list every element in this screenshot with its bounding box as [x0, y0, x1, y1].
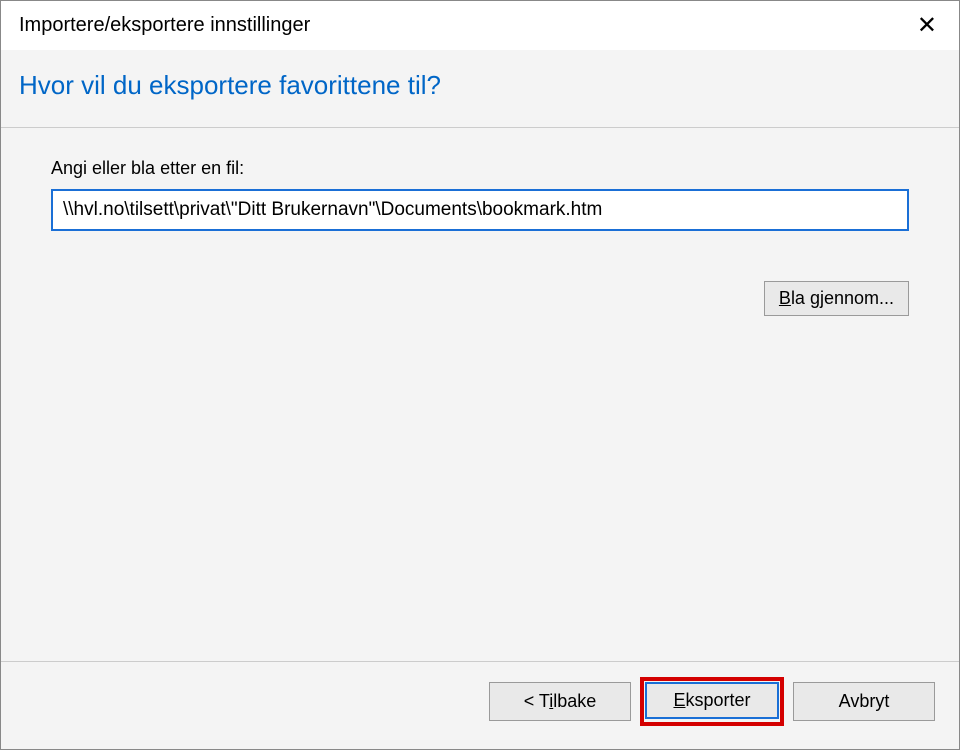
close-icon[interactable]: ✕ [905, 7, 949, 44]
file-path-input[interactable] [51, 189, 909, 231]
titlebar: Importere/eksportere innstillinger ✕ [1, 1, 959, 50]
content-section: Angi eller bla etter en fil: Bla gjennom… [1, 128, 959, 661]
back-button[interactable]: < Tilbake [489, 682, 631, 721]
header-section: Hvor vil du eksportere favorittene til? [1, 50, 959, 128]
cancel-button[interactable]: Avbryt [793, 682, 935, 721]
export-button[interactable]: Eksporter [645, 682, 779, 719]
browse-row: Bla gjennom... [51, 281, 909, 316]
window-title: Importere/eksportere innstillinger [19, 14, 310, 37]
export-button-highlight: Eksporter [645, 682, 779, 721]
browse-button[interactable]: Bla gjennom... [764, 281, 909, 316]
import-export-settings-dialog: Importere/eksportere innstillinger ✕ Hvo… [0, 0, 960, 750]
footer-section: < Tilbake Eksporter Avbryt [1, 661, 959, 749]
file-path-label: Angi eller bla etter en fil: [51, 158, 909, 179]
page-heading: Hvor vil du eksportere favorittene til? [19, 70, 941, 101]
